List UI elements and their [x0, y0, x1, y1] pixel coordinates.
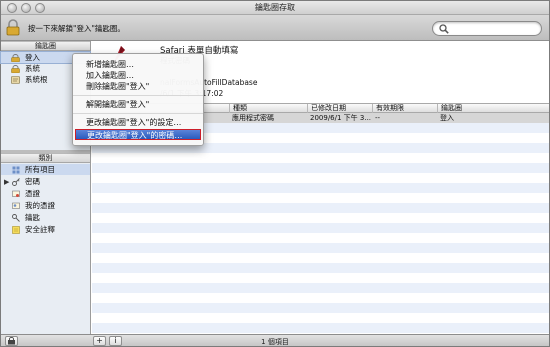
- empty-row: [92, 283, 549, 293]
- menu-item-change-settings[interactable]: 更改鑰匙圈"登入"的設定…: [73, 117, 203, 128]
- column-header-keychain[interactable]: 鑰匙圈: [437, 104, 549, 113]
- column-header-modified[interactable]: 已修改日期: [307, 104, 372, 113]
- empty-row: [92, 183, 549, 193]
- empty-row: [92, 323, 549, 333]
- empty-row: [92, 243, 549, 253]
- category-item-secure-notes[interactable]: 安全註釋: [1, 224, 90, 235]
- items-table: 應用程式密碼 2009/6/1 下午 3... -- 登入: [92, 113, 549, 334]
- menu-separator: [73, 95, 203, 96]
- categories-header: 類別: [1, 153, 90, 163]
- empty-row: [92, 263, 549, 273]
- category-item-certificates[interactable]: 憑證: [1, 188, 90, 199]
- category-item-my-certificates[interactable]: 我的憑證: [1, 200, 90, 211]
- keychain-icon: [11, 54, 20, 62]
- status-bar: + i 1 個項目: [1, 334, 549, 346]
- titlebar: 鑰匙圈存取: [1, 1, 549, 15]
- keychain-context-menu: 新增鑰匙圈… 加入鑰匙圈… 刪除鑰匙圈"登入" 解開鑰匙圈"登入" 更改鑰匙圈"…: [72, 53, 204, 146]
- search-field[interactable]: [432, 21, 542, 36]
- category-item-passwords[interactable]: ▶ 密碼: [1, 176, 90, 187]
- certificate-icon: [12, 190, 20, 197]
- category-label: 密碼: [25, 177, 40, 186]
- all-items-icon: [12, 166, 20, 174]
- menu-item-unlock-keychain[interactable]: 解開鑰匙圈"登入": [73, 99, 203, 110]
- menu-item-change-password[interactable]: 更改鑰匙圈"登入"的密碼…: [75, 129, 201, 140]
- cell-expires: --: [375, 114, 381, 122]
- lock-hint-text: 按一下來解鎖"登入"鑰匙圈。: [28, 24, 125, 33]
- key-icon: [12, 214, 20, 222]
- keychain-label: 系統根: [25, 75, 48, 84]
- keychain-icon: [11, 76, 20, 84]
- disclosure-triangle-icon[interactable]: ▶: [4, 178, 9, 186]
- empty-row: [92, 163, 549, 173]
- search-icon: [439, 24, 449, 34]
- empty-row: [92, 223, 549, 233]
- category-label: 安全註釋: [25, 225, 55, 234]
- lock-icon[interactable]: [6, 19, 20, 36]
- keychain-label: 系統: [25, 64, 40, 73]
- column-header-expires[interactable]: 有效期限: [372, 104, 437, 113]
- menu-separator: [73, 113, 203, 114]
- password-icon: [12, 178, 20, 186]
- keychains-header: 鑰匙圈: [1, 41, 90, 51]
- category-item-all[interactable]: 所有項目: [1, 164, 90, 175]
- menu-item-add-keychain[interactable]: 加入鑰匙圈…: [73, 70, 203, 81]
- empty-row: [92, 303, 549, 313]
- keychain-label: 登入: [25, 53, 40, 62]
- window-title: 鑰匙圈存取: [255, 3, 295, 12]
- keychain-icon: [11, 65, 20, 73]
- menu-item-new-keychain[interactable]: 新增鑰匙圈…: [73, 59, 203, 70]
- cell-modified: 2009/6/1 下午 3...: [310, 114, 372, 122]
- category-item-keys[interactable]: 鑰匙: [1, 212, 90, 223]
- category-label: 所有項目: [25, 165, 55, 174]
- category-label: 憑證: [25, 189, 40, 198]
- menu-item-delete-keychain[interactable]: 刪除鑰匙圈"登入": [73, 81, 203, 92]
- empty-row: [92, 203, 549, 213]
- secure-note-icon: [12, 226, 20, 234]
- cell-kind: 應用程式密碼: [232, 114, 274, 122]
- keychain-access-window: 鑰匙圈存取 按一下來解鎖"登入"鑰匙圈。 鑰匙圈 登入 系統 系統根 類別 所有…: [0, 0, 550, 347]
- cell-keychain: 登入: [440, 114, 454, 122]
- item-count-text: 1 個項目: [261, 338, 289, 346]
- toolbar: 按一下來解鎖"登入"鑰匙圈。: [1, 15, 549, 41]
- my-certificate-icon: [12, 202, 20, 209]
- column-header-kind[interactable]: 種類: [229, 104, 307, 113]
- category-label: 鑰匙: [25, 213, 40, 222]
- category-label: 我的憑證: [25, 201, 55, 210]
